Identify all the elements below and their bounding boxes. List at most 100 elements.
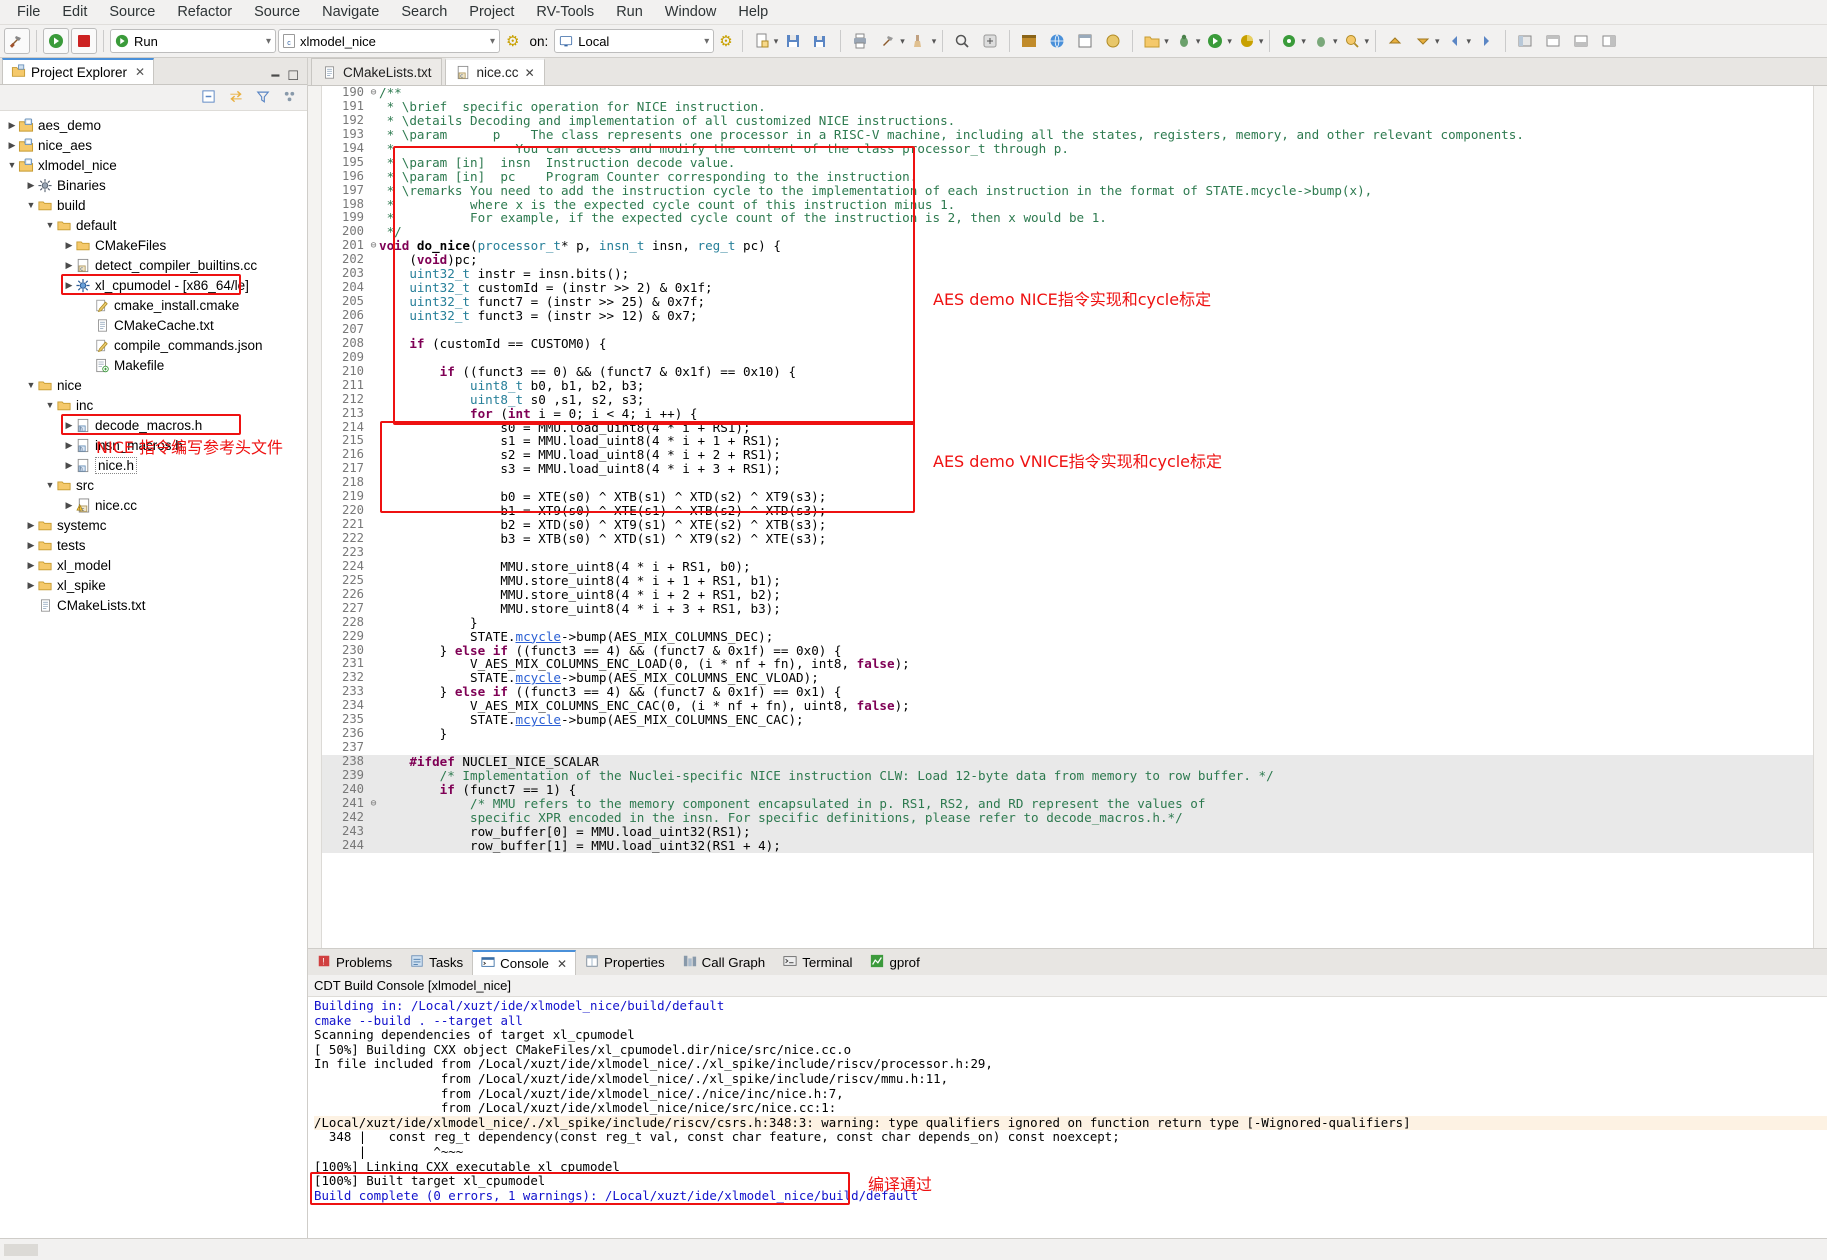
- code-line[interactable]: 219 b0 = XTE(s0) ^ XTB(s1) ^ XTD(s2) ^ X…: [322, 489, 1813, 504]
- tree-item[interactable]: ▶ CMakeFiles: [0, 235, 307, 255]
- chevron-down-icon[interactable]: ▼: [6, 160, 18, 170]
- code-line[interactable]: 210 if ((funct3 == 0) && (funct7 & 0x1f)…: [322, 364, 1813, 379]
- project-tree[interactable]: ▶ aes_demo ▶ nice_aes ▼ xlmodel_nice ▶ Binaries…: [0, 111, 307, 1238]
- chevron-right-icon[interactable]: ▶: [6, 140, 18, 151]
- print-icon[interactable]: [847, 28, 873, 54]
- menu-item-window[interactable]: Window: [654, 2, 728, 22]
- close-icon[interactable]: ✕: [135, 65, 145, 79]
- fold-toggle-icon[interactable]: ⊖: [368, 797, 379, 811]
- debug-config-icon[interactable]: [1308, 28, 1334, 54]
- resize-grip[interactable]: [4, 1243, 38, 1256]
- view-filter-icon[interactable]: [256, 89, 270, 107]
- code-line[interactable]: 193 * \param p The class represents one …: [322, 127, 1813, 142]
- chevron-right-icon[interactable]: ▶: [6, 120, 18, 131]
- layout-icon-3[interactable]: [1596, 28, 1622, 54]
- tree-item[interactable]: ▶ nice_aes: [0, 135, 307, 155]
- code-line[interactable]: 230 } else if ((funct3 == 4) && (funct7 …: [322, 643, 1813, 658]
- console-tab-terminal[interactable]: Terminal: [774, 950, 861, 975]
- code-line[interactable]: 211 uint8_t b0, b1, b2, b3;: [322, 378, 1813, 393]
- open-type-icon[interactable]: [1100, 28, 1126, 54]
- code-line[interactable]: 195 * \param [in] insn Instruction decod…: [322, 155, 1813, 170]
- tree-item[interactable]: ▶ systemc: [0, 515, 307, 535]
- code-line[interactable]: 198 * where x is the expected cycle coun…: [322, 197, 1813, 212]
- menu-item-rv-tools[interactable]: RV-Tools: [525, 2, 605, 22]
- code-line[interactable]: 202 (void)pc;: [322, 252, 1813, 267]
- tree-item[interactable]: ▶ aes_demo: [0, 115, 307, 135]
- build-hammer-icon[interactable]: [4, 28, 30, 54]
- chevron-right-icon[interactable]: ▶: [25, 560, 37, 571]
- build-all-icon[interactable]: [875, 28, 901, 54]
- tab-project-explorer[interactable]: Project Explorer ✕: [2, 58, 155, 84]
- editor-tab-nice-cc[interactable]: c nice.cc ✕: [444, 58, 545, 85]
- chevron-down-icon[interactable]: ▼: [25, 200, 37, 210]
- chevron-down-icon-9[interactable]: ▾: [1227, 36, 1232, 47]
- tree-item[interactable]: ▼ inc: [0, 395, 307, 415]
- chevron-right-icon[interactable]: ▶: [25, 580, 37, 591]
- save-icon[interactable]: [780, 28, 806, 54]
- console-tab-properties[interactable]: Properties: [576, 950, 674, 975]
- code-line[interactable]: 235 STATE.mcycle->bump(AES_MIX_COLUMNS_E…: [322, 712, 1813, 727]
- menu-item-source[interactable]: Source: [98, 2, 166, 22]
- tree-item[interactable]: ▼ nice: [0, 375, 307, 395]
- code-lines[interactable]: 190 ⊖/** 191 * \brief specific operation f…: [322, 86, 1813, 948]
- gear-icon-2[interactable]: ⚙: [716, 34, 735, 49]
- tree-item[interactable]: ▶ c! nice.cc: [0, 495, 307, 515]
- tree-item[interactable]: ▶ h nice.h: [0, 455, 307, 475]
- chevron-down-icon[interactable]: ▼: [44, 400, 56, 410]
- clean-icon[interactable]: [907, 28, 933, 54]
- properties-view-icon[interactable]: [1072, 28, 1098, 54]
- chevron-right-icon[interactable]: ▶: [63, 460, 75, 471]
- tree-item[interactable]: ▶ Makefile: [0, 355, 307, 375]
- folder-open-icon[interactable]: [1139, 28, 1165, 54]
- code-line[interactable]: 227 MMU.store_uint8(4 * i + 3 + RS1, b3)…: [322, 601, 1813, 616]
- chevron-down-icon-3[interactable]: ▾: [704, 36, 709, 47]
- code-line[interactable]: 223: [322, 545, 1813, 560]
- code-line[interactable]: 224 MMU.store_uint8(4 * i + RS1, b0);: [322, 559, 1813, 574]
- code-line[interactable]: 206 uint32_t funct3 = (instr >> 12) & 0x…: [322, 308, 1813, 323]
- code-line[interactable]: 201 ⊖ void do_nice(processor_t* p, insn_t …: [322, 238, 1813, 253]
- layout-icon-1[interactable]: [1540, 28, 1566, 54]
- stop-icon[interactable]: [71, 28, 97, 54]
- launch-config-combo[interactable]: c xlmodel_nice ▾: [278, 29, 500, 53]
- chevron-down-icon-13[interactable]: ▾: [1364, 36, 1369, 47]
- console-tab-gprof[interactable]: gprof: [861, 950, 928, 975]
- perspective-open-icon[interactable]: [1512, 28, 1538, 54]
- tree-item[interactable]: ▶ xl_spike: [0, 575, 307, 595]
- tree-item[interactable]: ▶ tests: [0, 535, 307, 555]
- tree-item[interactable]: ▼ build: [0, 195, 307, 215]
- code-line[interactable]: 194 * You can access and modify the cont…: [322, 141, 1813, 156]
- view-menu-icon[interactable]: [282, 89, 297, 107]
- search-icon[interactable]: [949, 28, 975, 54]
- chevron-right-icon[interactable]: ▶: [63, 240, 75, 251]
- console-tab-problems[interactable]: ! Problems: [308, 950, 401, 975]
- code-line[interactable]: 220 b1 = XT9(s0) ^ XTE(s1) ^ XTB(s2) ^ X…: [322, 503, 1813, 518]
- code-line[interactable]: 240 if (funct7 == 1) {: [322, 782, 1813, 797]
- console-tab-tasks[interactable]: Tasks: [401, 950, 472, 975]
- menu-item-edit[interactable]: Edit: [51, 2, 98, 22]
- code-line[interactable]: 226 MMU.store_uint8(4 * i + 2 + RS1, b2)…: [322, 587, 1813, 602]
- search-decl-icon[interactable]: [1339, 28, 1365, 54]
- chevron-right-icon[interactable]: ▶: [25, 520, 37, 531]
- menu-item-project[interactable]: Project: [458, 2, 525, 22]
- code-line[interactable]: 233 } else if ((funct3 == 4) && (funct7 …: [322, 684, 1813, 699]
- link-with-editor-icon[interactable]: [228, 89, 244, 107]
- code-line[interactable]: 239 /* Implementation of the Nuclei-spec…: [322, 768, 1813, 783]
- code-line[interactable]: 199 * For example, if the expected cycle…: [322, 210, 1813, 225]
- chevron-down-icon[interactable]: ▼: [44, 480, 56, 490]
- chevron-right-icon[interactable]: ▶: [63, 260, 75, 271]
- code-line[interactable]: 238 #ifdef NUCLEI_NICE_SCALAR: [322, 754, 1813, 769]
- profile-icon[interactable]: [1276, 28, 1302, 54]
- forward-icon[interactable]: [1473, 28, 1499, 54]
- tree-item[interactable]: ▶ cmake_install.cmake: [0, 295, 307, 315]
- target-combo[interactable]: Local ▾: [554, 29, 715, 53]
- code-line[interactable]: 236 }: [322, 726, 1813, 741]
- chevron-down-icon-2[interactable]: ▾: [490, 36, 495, 47]
- menu-item-file[interactable]: File: [6, 2, 51, 22]
- code-line[interactable]: 222 b3 = XTB(s0) ^ XTD(s1) ^ XT9(s2) ^ X…: [322, 531, 1813, 546]
- code-line[interactable]: 208 if (customId == CUSTOM0) {: [322, 336, 1813, 351]
- run-icon[interactable]: [43, 28, 69, 54]
- close-icon[interactable]: ✕: [525, 66, 535, 80]
- code-line[interactable]: 229 STATE.mcycle->bump(AES_MIX_COLUMNS_D…: [322, 629, 1813, 644]
- code-line[interactable]: 212 uint8_t s0 ,s1, s2, s3;: [322, 392, 1813, 407]
- code-line[interactable]: 232 STATE.mcycle->bump(AES_MIX_COLUMNS_E…: [322, 670, 1813, 685]
